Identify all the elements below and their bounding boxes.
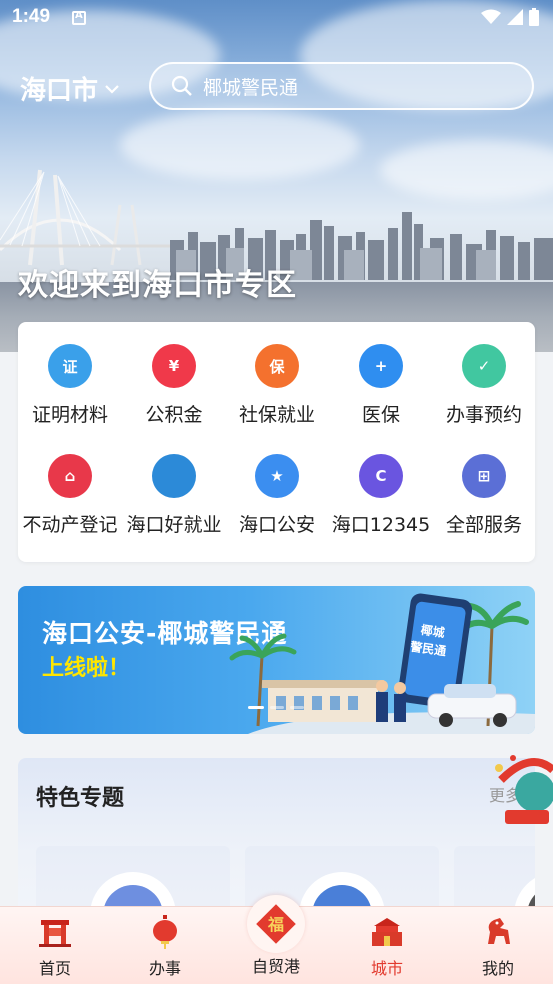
- banner-pagination: [248, 706, 304, 709]
- wifi-icon: [481, 9, 501, 24]
- city-name: 海口市: [20, 76, 99, 106]
- bottom-navigation: 福 首页 办事 自贸港 城市 我的: [0, 895, 553, 984]
- appointment-icon: ✓: [462, 344, 506, 388]
- service-item[interactable]: ⌂ 不动产登记: [18, 454, 122, 537]
- service-item[interactable]: ✓ 办事预约: [432, 344, 536, 427]
- service-item[interactable]: C 海口12345: [329, 454, 433, 537]
- social-security-icon: 保: [255, 344, 299, 388]
- hotline-12345-icon: C: [359, 454, 403, 498]
- featured-title: 特色专题: [36, 786, 125, 811]
- search-placeholder: 椰城警民通: [203, 76, 299, 99]
- nav-item[interactable]: 首页: [15, 915, 95, 979]
- police-icon: ★: [255, 454, 299, 498]
- search-input[interactable]: 椰城警民通: [149, 62, 534, 110]
- nav-label: 自贸港: [251, 957, 300, 976]
- pagination-dot[interactable]: [248, 706, 264, 709]
- battery-icon: [529, 8, 539, 26]
- nav-item[interactable]: 办事: [125, 915, 205, 979]
- service-label: 证明材料: [31, 404, 108, 426]
- service-item[interactable]: 证证明材料: [18, 344, 122, 427]
- lantern-icon: [125, 915, 205, 949]
- service-label: 医保: [361, 404, 400, 426]
- notification-icon: [72, 10, 86, 25]
- service-item[interactable]: ⊞ 全部服务: [432, 454, 536, 537]
- medical-insurance-icon: +: [359, 344, 403, 388]
- city-building-icon: [347, 915, 427, 949]
- service-item[interactable]: + 医保: [329, 344, 433, 427]
- festive-decoration-icon: [495, 755, 553, 824]
- search-icon: [171, 75, 192, 96]
- status-time: 1:49: [12, 6, 51, 27]
- horse-icon: [458, 915, 538, 949]
- service-item[interactable]: 保社保就业: [225, 344, 329, 427]
- service-item[interactable]: ★ 海口公安: [225, 454, 329, 537]
- banner-illustration: 椰城 警民通: [229, 593, 535, 734]
- promo-banner[interactable]: 海口公安-椰城警民通 上线啦！ 椰城 警民通: [18, 586, 535, 734]
- pagination-dot[interactable]: [290, 706, 304, 709]
- services-grid: 证证明材料 ¥ 公积金保社保就业 + 医保 ✓ 办事预约 ⌂ 不动产登记 海口好就业 ★ 海口公安 C 海…: [18, 322, 535, 562]
- nav-label: 我的: [481, 959, 514, 978]
- service-label: 海口好就业: [126, 514, 222, 536]
- service-label: 公积金: [145, 404, 203, 426]
- pagination-dot[interactable]: [270, 706, 284, 709]
- chevron-down-icon: [105, 84, 119, 94]
- real-estate-icon: ⌂: [48, 454, 92, 498]
- certificate-icon: 证: [48, 344, 92, 388]
- nav-item[interactable]: 我的: [458, 915, 538, 979]
- housing-fund-icon: ¥: [152, 344, 196, 388]
- haikou-employment-icon: [152, 454, 196, 498]
- welcome-title: 欢迎来到海口市专区: [18, 268, 297, 303]
- nav-item[interactable]: 自贸港: [236, 913, 316, 977]
- city-selector[interactable]: 海口市: [20, 70, 120, 107]
- service-label: 不动产登记: [22, 514, 118, 536]
- service-label: 社保就业: [238, 404, 315, 426]
- service-label: 办事预约: [445, 404, 522, 426]
- nav-item[interactable]: 城市: [347, 915, 427, 979]
- service-label: 海口公安: [238, 514, 315, 536]
- signal-icon: [507, 9, 523, 25]
- status-bar: 1:49: [0, 0, 553, 36]
- nav-label: 办事: [148, 959, 181, 978]
- service-label: 海口12345: [331, 514, 431, 536]
- nav-label: 首页: [38, 959, 71, 978]
- home-gate-icon: [15, 915, 95, 949]
- nav-label: 城市: [370, 959, 403, 978]
- all-services-icon: ⊞: [462, 454, 506, 498]
- service-item[interactable]: 海口好就业: [122, 454, 226, 537]
- service-item[interactable]: ¥ 公积金: [122, 344, 226, 427]
- service-label: 全部服务: [445, 514, 522, 536]
